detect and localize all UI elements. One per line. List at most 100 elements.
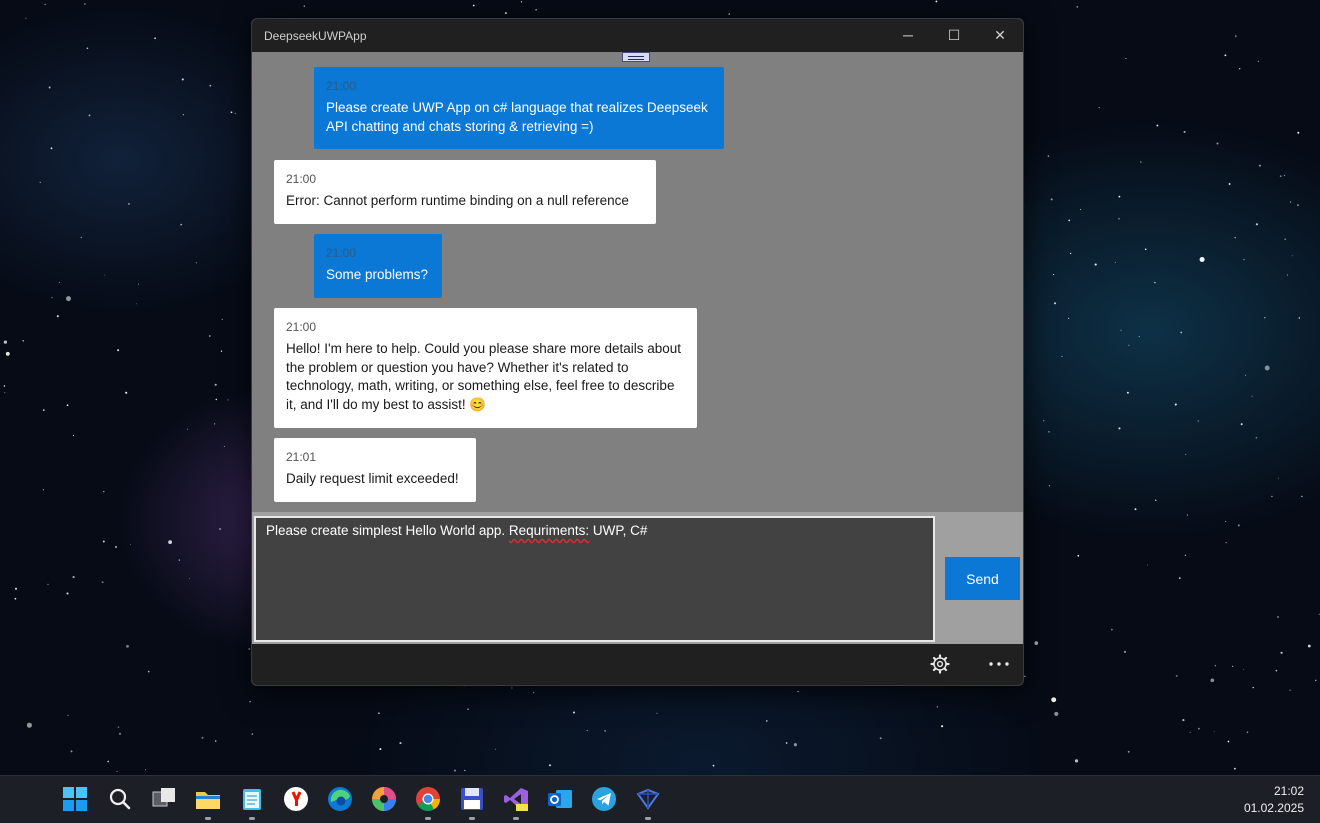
more-icon[interactable]	[988, 654, 1010, 674]
star	[1076, 6, 1079, 8]
notepad-icon[interactable]	[239, 786, 265, 812]
star	[80, 236, 82, 239]
star	[1243, 668, 1245, 670]
star	[104, 274, 105, 276]
minimize-button[interactable]: ─	[885, 19, 931, 52]
edge-icon[interactable]	[327, 786, 353, 812]
search-icon[interactable]	[107, 786, 133, 812]
drag-handle-icon[interactable]	[622, 52, 650, 62]
star	[188, 577, 190, 579]
star	[208, 335, 211, 337]
yandex-browser-icon[interactable]	[283, 786, 309, 812]
star	[520, 1, 523, 3]
star	[1127, 750, 1130, 753]
star	[214, 383, 217, 386]
star	[1251, 395, 1253, 397]
chrome-icon[interactable]	[415, 786, 441, 812]
star	[464, 769, 466, 772]
chat-history[interactable]: 21:00 Please create UWP App on c# langua…	[252, 52, 1023, 512]
message-time: 21:00	[326, 246, 357, 260]
star	[3, 340, 8, 344]
star	[154, 37, 156, 40]
message-time: 21:00	[286, 172, 317, 186]
star	[1144, 248, 1147, 251]
star	[1114, 261, 1116, 263]
star	[1213, 731, 1215, 733]
star	[1301, 495, 1303, 498]
star	[1140, 161, 1142, 163]
telegram-icon[interactable]	[591, 786, 617, 812]
running-indicator	[645, 817, 651, 820]
star	[72, 576, 75, 579]
network-app-icon[interactable]	[635, 786, 661, 812]
star	[1225, 542, 1227, 544]
star	[84, 3, 86, 5]
star	[1123, 650, 1127, 653]
star	[1275, 669, 1278, 672]
save-app-icon[interactable]	[459, 786, 485, 812]
message-text: Hello! I'm here to help. Could you pleas…	[286, 341, 682, 412]
star	[117, 726, 120, 728]
star	[728, 13, 730, 15]
star	[50, 147, 53, 150]
star	[88, 114, 91, 117]
color-app-icon[interactable]	[371, 786, 397, 812]
clock-time[interactable]: 21:02	[1274, 784, 1304, 798]
star	[58, 281, 60, 283]
maximize-icon: ☐	[947, 27, 961, 43]
outlook-icon[interactable]	[547, 786, 573, 812]
star	[1257, 60, 1259, 62]
send-button[interactable]: Send	[945, 557, 1020, 600]
star	[573, 711, 575, 714]
star	[195, 262, 198, 264]
gear-icon[interactable]	[930, 654, 950, 674]
star	[219, 527, 222, 531]
star	[182, 114, 184, 116]
star	[1098, 106, 1100, 109]
user-message: 21:00 Some problems?	[314, 234, 442, 298]
star	[44, 3, 46, 5]
star	[467, 708, 469, 710]
star	[1048, 485, 1051, 487]
star	[181, 78, 184, 81]
clock-date[interactable]: 01.02.2025	[1244, 801, 1304, 815]
assistant-message: 21:01 Daily request limit exceeded!	[274, 438, 476, 502]
start-icon[interactable]	[62, 786, 88, 812]
star	[1069, 252, 1072, 255]
star	[1054, 711, 1059, 716]
star	[586, 729, 588, 732]
star	[1138, 336, 1140, 338]
running-indicator	[513, 817, 519, 820]
star	[1183, 130, 1186, 133]
star	[248, 648, 251, 650]
assistant-message: 21:00 Hello! I'm here to help. Could you…	[274, 308, 697, 428]
close-button[interactable]: ✕	[977, 19, 1023, 52]
message-time: 21:00	[286, 320, 317, 334]
star	[1052, 273, 1055, 276]
task-view-icon[interactable]	[151, 786, 177, 812]
star	[936, 706, 938, 708]
star	[1184, 554, 1187, 557]
star	[1210, 678, 1215, 683]
star	[1289, 201, 1292, 203]
star	[102, 540, 105, 543]
message-text: Error: Cannot perform runtime binding on…	[286, 193, 629, 208]
command-bar	[252, 644, 1023, 685]
file-explorer-icon[interactable]	[195, 786, 221, 812]
maximize-button[interactable]: ☐	[931, 19, 977, 52]
star	[1068, 317, 1070, 319]
star	[1048, 430, 1050, 433]
message-input[interactable]	[254, 516, 935, 642]
star	[25, 17, 27, 19]
star	[1243, 258, 1245, 261]
star	[472, 4, 475, 7]
star	[117, 349, 120, 352]
visual-studio-preview-icon[interactable]	[503, 786, 529, 812]
title-bar[interactable]: DeepseekUWPApp ─ ☐ ✕	[252, 19, 1023, 52]
star	[511, 687, 513, 689]
star	[116, 771, 118, 773]
star	[1245, 374, 1247, 376]
star	[1291, 255, 1293, 257]
star	[1264, 317, 1266, 319]
star	[47, 583, 49, 586]
